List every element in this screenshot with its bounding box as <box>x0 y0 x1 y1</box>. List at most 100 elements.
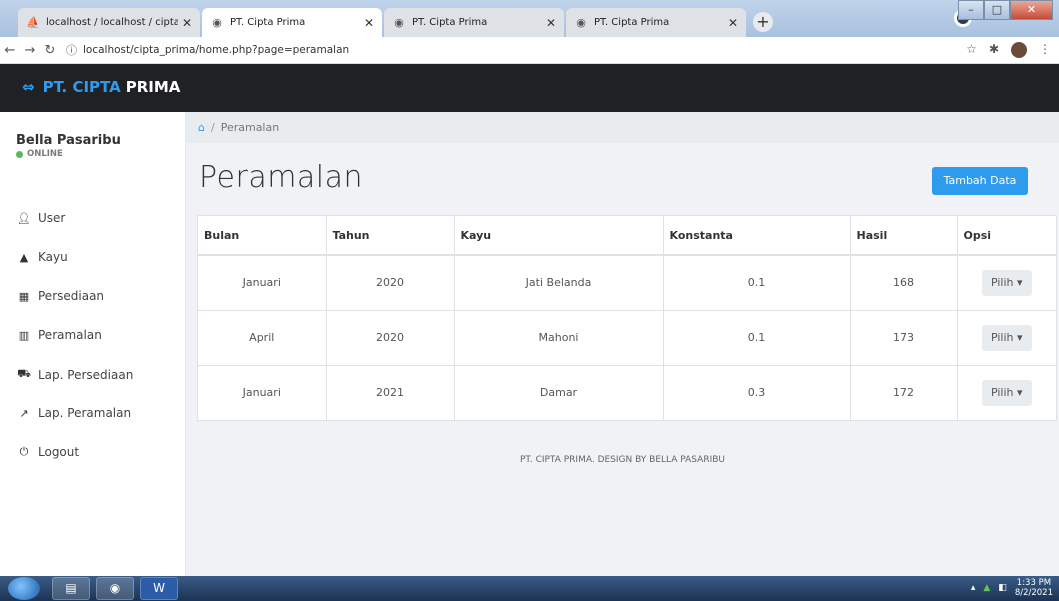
cell-opsi: Pilih ▾ <box>957 364 1056 420</box>
minimize-button[interactable]: – <box>958 0 984 20</box>
main-content: ⌂ / Peramalan Peramalan Tambah Data Bula… <box>186 112 1059 576</box>
column-header: Konstanta <box>663 216 851 256</box>
close-icon[interactable]: ✕ <box>364 16 374 30</box>
cell-konstanta: 0.3 <box>663 364 851 420</box>
breadcrumb-current: Peramalan <box>220 121 280 134</box>
close-icon[interactable]: ✕ <box>182 16 192 30</box>
cell-opsi: Pilih ▾ <box>957 309 1056 365</box>
browser-tab[interactable]: ◉ PT. Cipta Prima ✕ <box>566 8 746 37</box>
explorer-taskbar-icon[interactable]: ▤ <box>52 577 90 600</box>
cell-kayu: Jati Belanda <box>454 254 664 310</box>
cell-konstanta: 0.1 <box>663 309 851 365</box>
add-data-button[interactable]: Tambah Data <box>932 167 1028 195</box>
url-input[interactable]: localhost/cipta_prima/home.php?page=pera… <box>83 44 349 56</box>
browser-tab[interactable]: ⛵ localhost / localhost / cipta_prim ✕ <box>18 8 200 37</box>
pilih-label: Pilih <box>990 385 1014 399</box>
start-button[interactable] <box>8 577 40 600</box>
browser-tab-bar: ⛵ localhost / localhost / cipta_prim ✕ ◉… <box>0 0 1059 37</box>
sidebar-item-kayu[interactable]: ▲ Kayu <box>16 250 68 264</box>
network-icon[interactable]: ▲ <box>983 583 990 593</box>
forward-icon[interactable]: → <box>20 43 40 58</box>
info-icon[interactable]: ⓘ <box>66 42 77 58</box>
star-icon[interactable]: ☆ <box>966 42 977 58</box>
table-row: Januari 2021 Damar 0.3 172 Pilih ▾ <box>198 364 1056 420</box>
cell-bulan: Januari <box>198 254 327 310</box>
bar-chart-icon: ▥ <box>18 328 30 342</box>
sidebar-item-label: Logout <box>38 445 80 459</box>
tab-title: PT. Cipta Prima <box>412 17 488 28</box>
sidebar-item-user[interactable]: 👤︎ User <box>16 211 65 225</box>
brand[interactable]: ⇔ PT. CIPTA PRIMA <box>22 78 180 96</box>
pilih-label: Pilih <box>990 330 1014 344</box>
cell-hasil: 172 <box>850 364 958 420</box>
home-icon[interactable]: ⌂ <box>198 121 205 134</box>
tray-expand-icon[interactable]: ▴ <box>971 583 976 593</box>
pilih-dropdown-button[interactable]: Pilih ▾ <box>981 269 1032 296</box>
tab-title: PT. Cipta Prima <box>230 17 306 28</box>
window-controls: – □ ✕ <box>958 0 1053 20</box>
user-icon: 👤︎ <box>17 211 31 225</box>
cell-opsi: Pilih ▾ <box>957 254 1056 310</box>
logo-icon: ⇔ <box>22 78 35 96</box>
tree-icon: ▲ <box>19 250 29 264</box>
cart-icon: ⛟ <box>17 367 31 380</box>
tab-title: localhost / localhost / cipta_prim <box>46 17 178 28</box>
cell-hasil: 173 <box>850 309 958 365</box>
cell-tahun: 2020 <box>326 309 455 365</box>
close-icon[interactable]: ✕ <box>546 16 556 30</box>
globe-icon: ◉ <box>576 15 586 29</box>
status-label: ONLINE <box>27 149 63 159</box>
pilih-dropdown-button[interactable]: Pilih ▾ <box>981 379 1032 406</box>
sidebar-item-label: Lap. Persediaan <box>38 367 134 382</box>
table-header-row: Bulan Tahun Kayu Konstanta Hasil Opsi <box>198 216 1056 256</box>
caret-down-icon: ▾ <box>1017 330 1023 344</box>
sidebar-item-label: Persediaan <box>38 289 105 303</box>
cell-kayu: Mahoni <box>454 309 664 365</box>
line-chart-icon: ↗ <box>19 406 29 420</box>
pilih-dropdown-button[interactable]: Pilih ▾ <box>981 324 1032 351</box>
top-navbar: ⇔ PT. CIPTA PRIMA <box>0 64 1059 112</box>
sidebar-item-persediaan[interactable]: ▦ Persediaan <box>16 289 104 303</box>
avatar[interactable] <box>1011 42 1027 58</box>
address-bar: ← → ↻ ⓘ localhost/cipta_prima/home.php?p… <box>0 37 1059 64</box>
cell-tahun: 2020 <box>326 254 455 310</box>
phpmyadmin-icon: ⛵ <box>26 15 40 29</box>
cell-bulan: April <box>198 309 327 365</box>
extensions-icon[interactable]: ✱ <box>989 42 999 58</box>
power-icon: ⏻ <box>19 445 29 458</box>
volume-icon[interactable]: ◧ <box>998 583 1007 593</box>
table-row: April 2020 Mahoni 0.1 173 Pilih ▾ <box>198 309 1056 365</box>
globe-icon: ◉ <box>394 15 404 29</box>
breadcrumb: ⌂ / Peramalan <box>186 112 1059 143</box>
browser-tab[interactable]: ◉ PT. Cipta Prima ✕ <box>384 8 564 37</box>
sidebar-item-logout[interactable]: ⏻ Logout <box>16 445 79 459</box>
sidebar-item-label: Peramalan <box>38 328 102 342</box>
new-tab-button[interactable]: + <box>753 12 773 32</box>
maximize-button[interactable]: □ <box>984 0 1010 20</box>
sidebar-item-label: User <box>38 211 66 225</box>
column-header: Opsi <box>957 216 1056 256</box>
menu-icon[interactable]: ⋮ <box>1039 42 1051 58</box>
word-taskbar-icon[interactable]: W <box>140 577 178 600</box>
back-icon[interactable]: ← <box>0 43 20 58</box>
sidebar-item-lap-peramalan[interactable]: ↗ Lap. Peramalan <box>16 406 131 420</box>
close-icon[interactable]: ✕ <box>728 16 738 30</box>
user-status: ONLINE <box>16 149 63 159</box>
table-row: Januari 2020 Jati Belanda 0.1 168 Pilih … <box>198 254 1056 310</box>
browser-tab-active[interactable]: ◉ PT. Cipta Prima ✕ <box>202 8 382 37</box>
user-name: Bella Pasaribu <box>16 133 121 148</box>
cell-kayu: Damar <box>454 364 664 420</box>
sidebar-item-peramalan[interactable]: ▥ Peramalan <box>16 328 102 342</box>
sidebar-item-lap-persediaan[interactable]: ⛟ Lap. Persediaan <box>16 367 133 382</box>
taskbar: ▤ ◉ W ▴ ▲ ◧ 1:33 PM 8/2/2021 <box>0 576 1059 601</box>
column-header: Hasil <box>850 216 958 256</box>
pilih-label: Pilih <box>990 275 1014 289</box>
cell-bulan: Januari <box>198 364 327 420</box>
close-window-button[interactable]: ✕ <box>1010 0 1053 20</box>
brand-text-1: PT. CIPTA <box>42 78 121 96</box>
column-header: Kayu <box>454 216 664 256</box>
chrome-taskbar-icon[interactable]: ◉ <box>96 577 134 600</box>
cell-konstanta: 0.1 <box>663 254 851 310</box>
clock[interactable]: 1:33 PM 8/2/2021 <box>1015 578 1053 598</box>
reload-icon[interactable]: ↻ <box>40 43 60 58</box>
